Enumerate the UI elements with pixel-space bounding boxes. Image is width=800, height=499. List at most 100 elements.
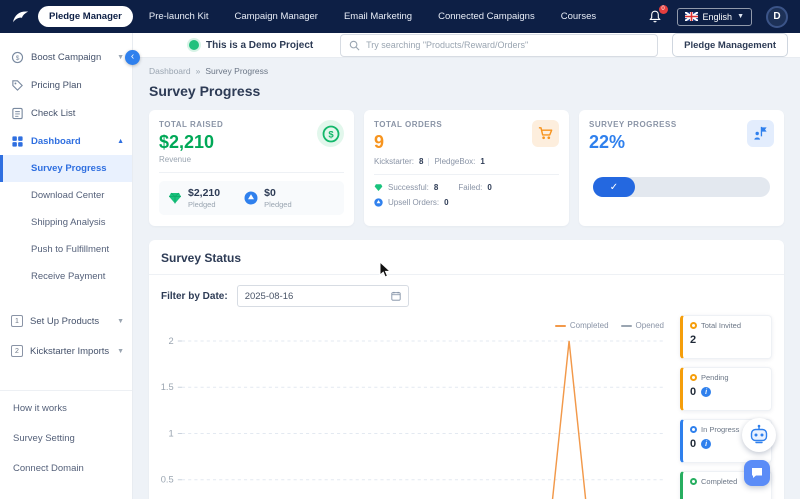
date-filter-field[interactable] xyxy=(237,285,409,307)
legend-label: Opened xyxy=(636,321,664,330)
stat-pending: Pending 0i xyxy=(680,367,772,411)
survey-progress-card: SURVEY PROGRESS 22% ✓ xyxy=(579,110,784,226)
pledgebox-pledged: $0 Pledged xyxy=(244,187,292,209)
completed-swatch-icon xyxy=(555,325,566,327)
sidebar-divider xyxy=(0,390,132,391)
step-1-badge-icon: 1 xyxy=(11,315,23,327)
pledge-manager-tab[interactable]: Pledge Manager xyxy=(38,6,133,27)
search-input[interactable] xyxy=(366,40,649,50)
survey-status-panel: Survey Status Filter by Date: xyxy=(149,240,784,499)
sidebar-collapse-button[interactable]: ‹ xyxy=(125,50,140,65)
orders-source-breakdown: Kickstarter:8 PledgeBox:1 xyxy=(374,157,559,166)
demo-project-label: This is a Demo Project xyxy=(206,40,313,51)
shopping-cart-icon xyxy=(532,120,559,147)
filter-by-date-label: Filter by Date: xyxy=(161,291,228,302)
sidebar-item-pricing-plan[interactable]: Pricing Plan xyxy=(0,71,132,99)
revenue-label: Revenue xyxy=(159,155,344,164)
successful-value: 8 xyxy=(434,183,438,192)
survey-toggle[interactable]: ✓ xyxy=(593,177,770,197)
messenger-button[interactable] xyxy=(744,460,770,486)
global-search[interactable] xyxy=(340,34,658,57)
info-icon[interactable]: i xyxy=(701,439,711,449)
nav-link-connected-campaigns[interactable]: Connected Campaigns xyxy=(438,11,535,22)
sidebar-item-label: Check List xyxy=(31,108,124,119)
sidebar-item-shipping-analysis[interactable]: Shipping Analysis xyxy=(0,209,132,236)
language-selector[interactable]: English ▼ xyxy=(677,8,752,26)
pledgebox-count-label: PledgeBox: xyxy=(434,157,475,166)
line-chart: 21.510.5 xyxy=(153,311,670,499)
search-icon xyxy=(349,40,360,51)
dashboard-grid-icon xyxy=(11,135,24,148)
sidebar-item-kickstarter-imports[interactable]: 2 Kickstarter Imports ▼ xyxy=(0,336,132,366)
pledge-management-button[interactable]: Pledge Management xyxy=(672,33,788,57)
chevron-up-icon: ▲ xyxy=(117,138,124,145)
stat-dot-icon xyxy=(690,478,697,485)
stat-dot-icon xyxy=(690,374,697,381)
sidebar-item-label: Pricing Plan xyxy=(31,80,124,91)
kickstarter-count-value: 8 xyxy=(419,157,423,166)
pledged-caption: Pledged xyxy=(264,200,292,209)
stat-value: 0 xyxy=(690,438,696,450)
opened-swatch-icon xyxy=(621,325,632,327)
survey-flag-icon xyxy=(747,120,774,147)
stat-label: Completed xyxy=(701,477,737,486)
chevron-down-icon: ▼ xyxy=(117,54,124,61)
successful-gem-icon xyxy=(374,183,383,192)
orders-status-row: Successful:8 Failed:0 xyxy=(374,183,559,192)
topnav-right-group: 0 English ▼ D xyxy=(647,6,788,28)
notifications-button[interactable]: 0 xyxy=(647,9,663,25)
nav-link-prelaunch-kit[interactable]: Pre-launch Kit xyxy=(149,11,209,22)
breadcrumb-home[interactable]: Dashboard xyxy=(149,66,191,76)
divider xyxy=(428,158,429,166)
nav-link-courses[interactable]: Courses xyxy=(561,11,596,22)
chat-bubble-icon xyxy=(750,466,764,480)
sidebar-item-label: Dashboard xyxy=(31,136,110,147)
sidebar-item-how-it-works[interactable]: How it works xyxy=(0,393,132,423)
chatbot-button[interactable] xyxy=(742,418,776,452)
date-input[interactable] xyxy=(245,291,385,302)
checklist-icon xyxy=(11,107,24,120)
sidebar-item-download-center[interactable]: Download Center xyxy=(0,182,132,209)
uk-flag-icon xyxy=(685,12,698,21)
stat-value: 2 xyxy=(690,334,696,346)
sidebar-item-survey-progress[interactable]: Survey Progress xyxy=(0,155,132,182)
pricing-tag-icon xyxy=(11,79,24,92)
calendar-icon xyxy=(391,291,401,301)
notification-badge: 0 xyxy=(659,5,668,14)
card-divider xyxy=(374,174,559,175)
sidebar-item-connect-domain[interactable]: Connect Domain xyxy=(0,453,132,483)
survey-status-chart: Completed Opened 21.510.5 xyxy=(153,311,670,499)
pledgebox-logo-icon xyxy=(12,9,30,25)
breadcrumb-current: Survey Progress xyxy=(205,66,268,76)
info-icon[interactable]: i xyxy=(701,387,711,397)
top-navigation-bar: Pledge Manager Pre-launch Kit Campaign M… xyxy=(0,0,800,33)
survey-status-title: Survey Status xyxy=(149,240,784,275)
total-raised-card: TOTAL RAISED $2,210 Revenue $ $2, xyxy=(149,110,354,226)
sidebar-item-set-up-products[interactable]: 1 Set Up Products ▼ xyxy=(0,306,132,336)
dollar-coin-icon: $ xyxy=(317,120,344,147)
sidebar-item-receive-payment[interactable]: Receive Payment xyxy=(0,263,132,290)
stat-dot-icon xyxy=(690,322,697,329)
page-title: Survey Progress xyxy=(149,83,784,99)
stat-label: In Progress xyxy=(701,425,739,434)
user-avatar[interactable]: D xyxy=(766,6,788,28)
sidebar-item-dashboard[interactable]: Dashboard ▲ xyxy=(0,127,132,155)
demo-project-indicator: This is a Demo Project xyxy=(189,40,313,51)
sidebar-item-boost-campaign[interactable]: $ Boost Campaign ▼ xyxy=(0,43,132,71)
sidebar-item-check-list[interactable]: Check List xyxy=(0,99,132,127)
sidebar-item-push-to-fulfillment[interactable]: Push to Fulfillment xyxy=(0,236,132,263)
chevron-down-icon: ▼ xyxy=(117,318,124,325)
sidebar-item-survey-setting[interactable]: Survey Setting xyxy=(0,423,132,453)
nav-link-campaign-manager[interactable]: Campaign Manager xyxy=(235,11,318,22)
sidebar-item-label: Kickstarter Imports xyxy=(30,346,110,357)
nav-link-email-marketing[interactable]: Email Marketing xyxy=(344,11,412,22)
breadcrumb: Dashboard » Survey Progress xyxy=(149,66,784,76)
stat-label: Total Invited xyxy=(701,321,741,330)
svg-text:$: $ xyxy=(16,54,20,61)
stat-value: 0 xyxy=(690,386,696,398)
pledgebox-count-value: 1 xyxy=(480,157,484,166)
svg-text:1: 1 xyxy=(169,429,174,439)
total-orders-card: TOTAL ORDERS 9 Kickstarter:8 PledgeBox:1 xyxy=(364,110,569,226)
step-2-badge-icon: 2 xyxy=(11,345,23,357)
card-divider xyxy=(159,172,344,173)
